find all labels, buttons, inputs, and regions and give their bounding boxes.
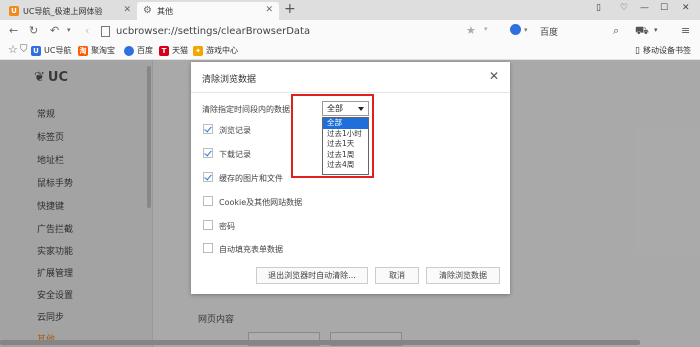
- checkbox-cached-images[interactable]: [203, 172, 213, 182]
- bookmark-uc-nav[interactable]: U UC导航: [31, 45, 71, 56]
- close-icon[interactable]: ✕: [489, 69, 499, 83]
- dialog-title: 清除浏览数据: [202, 75, 257, 85]
- cancel-button[interactable]: 取消: [375, 267, 419, 284]
- bookmark-taobao[interactable]: 淘 聚淘宝: [78, 45, 115, 56]
- cart-icon[interactable]: ⛟: [635, 24, 649, 39]
- chevron-down-icon[interactable]: ▾: [484, 25, 488, 33]
- search-engine-select[interactable]: ▾: [510, 24, 528, 35]
- mobile-bookmarks[interactable]: ▯ 移动设备书签: [635, 45, 691, 56]
- search-input[interactable]: 百度: [540, 23, 602, 39]
- checkbox-autofill[interactable]: [203, 243, 213, 253]
- bookmarks-bar: ☆ ⛉ U UC导航 淘 聚淘宝 百度 T 天猫 ✦ 游戏中心 ▯ 移动设备书签: [0, 42, 700, 60]
- label-cached-images: 缓存的图片和文件: [219, 174, 283, 183]
- bookmark-game-center[interactable]: ✦ 游戏中心: [193, 45, 238, 56]
- bookmark-label: 天猫: [172, 46, 188, 55]
- highlight-box: [291, 94, 374, 178]
- phone-icon: ▯: [635, 45, 640, 56]
- clear-browsing-data-dialog: 清除浏览数据 ✕ 清除指定时间段内的数据 全部 全部 过去1小时 过去1天 过去…: [191, 62, 510, 294]
- star-icon[interactable]: ☆: [8, 43, 18, 56]
- uc-icon: U: [9, 6, 19, 16]
- checkbox-browsing-history[interactable]: [203, 124, 213, 134]
- label-cookies: Cookie及其他网站数据: [219, 198, 303, 207]
- refresh-icon[interactable]: ↻: [29, 24, 38, 37]
- bookmark-label: 聚淘宝: [91, 46, 115, 55]
- tab-title: 其他: [157, 6, 173, 16]
- search-icon[interactable]: ⌕: [613, 24, 619, 38]
- tmall-icon: T: [159, 45, 169, 56]
- clear-browsing-data-button[interactable]: 清除浏览数据: [426, 267, 500, 284]
- search-engine-label: 百度: [540, 28, 559, 38]
- star-icon[interactable]: ★: [466, 24, 476, 37]
- undo-icon[interactable]: ↶: [50, 24, 59, 37]
- close-icon[interactable]: ✕: [265, 5, 273, 15]
- tab-title: UC导航_极速上网体验: [23, 6, 103, 16]
- baidu-icon: [124, 45, 134, 56]
- chevron-down-icon: ▾: [524, 25, 528, 34]
- taobao-icon: 淘: [78, 45, 88, 56]
- chevron-down-icon[interactable]: ▾: [67, 26, 71, 34]
- label-download-history: 下载记录: [219, 150, 251, 159]
- forward-icon[interactable]: ‹: [85, 24, 89, 37]
- checkbox-download-history[interactable]: [203, 148, 213, 158]
- minimize-button[interactable]: —: [640, 3, 649, 13]
- maximize-button[interactable]: ☐: [660, 3, 668, 13]
- chevron-down-icon[interactable]: ▾: [654, 26, 658, 34]
- bookmark-baidu[interactable]: 百度: [124, 45, 153, 56]
- address-bar: ← ↻ ↶ ▾ ‹ ucbrowser://settings/clearBrow…: [0, 20, 700, 42]
- mobile-bookmarks-label: 移动设备书签: [642, 46, 691, 55]
- tab-uc-nav[interactable]: U UC导航_极速上网体验 ✕: [3, 2, 137, 20]
- auto-clear-on-exit-button[interactable]: 退出浏览器时自动清除...: [256, 267, 368, 284]
- game-icon: ✦: [193, 45, 203, 56]
- page-icon: [101, 25, 110, 37]
- time-range-label: 清除指定时间段内的数据: [202, 105, 290, 114]
- tab-other[interactable]: ⚙ 其他 ✕: [137, 2, 279, 20]
- label-browsing-history: 浏览记录: [219, 126, 251, 135]
- checkbox-cookies[interactable]: [203, 196, 213, 206]
- bookmark-label: UC导航: [44, 46, 72, 55]
- label-autofill: 自动填充表单数据: [219, 245, 283, 254]
- close-window-button[interactable]: ✕: [682, 3, 690, 13]
- baidu-icon: [510, 24, 521, 35]
- url-text: ucbrowser://settings/clearBrowserData: [116, 25, 311, 37]
- bookmark-manager-icon[interactable]: ⛉: [20, 44, 28, 55]
- tab-bar: U UC导航_极速上网体验 ✕ ⚙ 其他 ✕ + ▯ ♡ — ☐ ✕: [0, 0, 700, 20]
- close-icon[interactable]: ✕: [123, 5, 131, 15]
- bookmark-label: 百度: [137, 46, 153, 55]
- gear-icon: ⚙: [143, 5, 152, 16]
- shield-icon[interactable]: ♡: [620, 3, 628, 13]
- divider: [191, 92, 510, 93]
- url-input[interactable]: ucbrowser://settings/clearBrowserData: [101, 23, 505, 39]
- pin-icon[interactable]: ▯: [596, 3, 601, 13]
- menu-icon[interactable]: ≡: [681, 24, 690, 37]
- back-icon[interactable]: ←: [9, 24, 18, 37]
- bookmark-tmall[interactable]: T 天猫: [159, 45, 188, 56]
- uc-icon: U: [31, 45, 41, 56]
- new-tab-button[interactable]: +: [284, 1, 296, 17]
- bookmark-label: 游戏中心: [206, 46, 238, 55]
- label-passwords: 密码: [219, 222, 235, 231]
- checkbox-passwords[interactable]: [203, 220, 213, 230]
